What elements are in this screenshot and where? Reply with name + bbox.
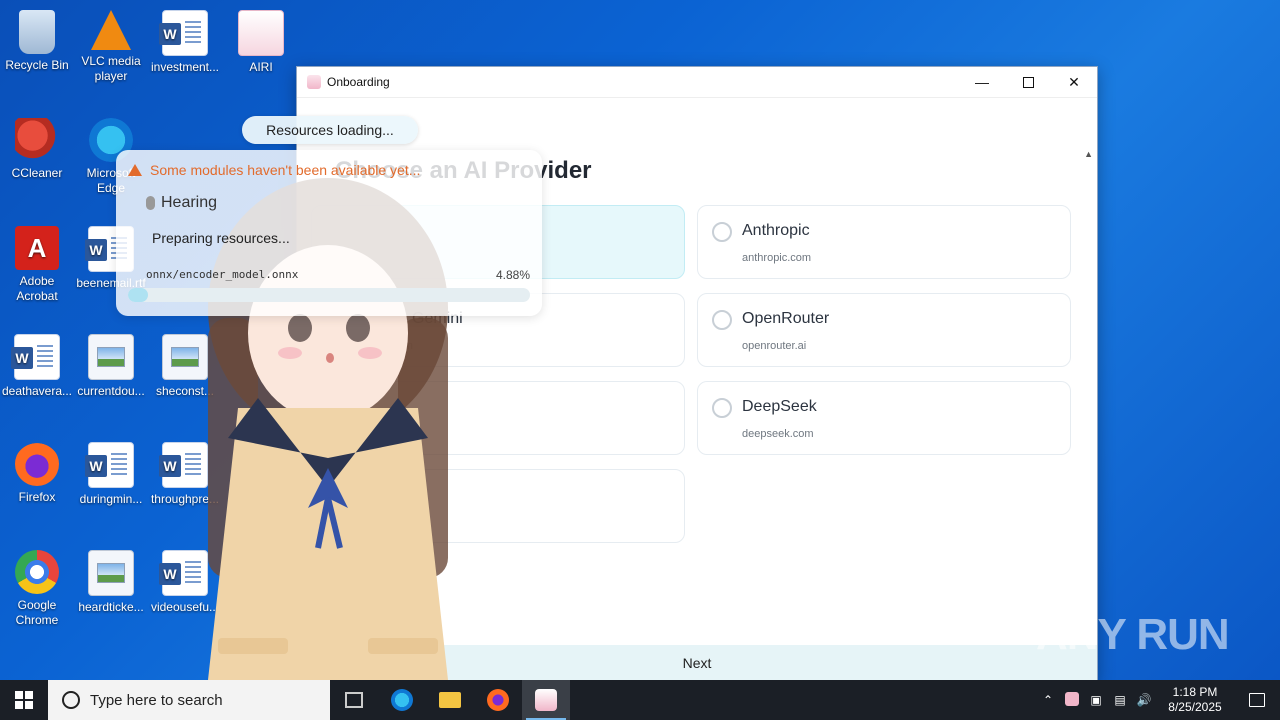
search-icon [62,691,80,709]
taskbar-firefox[interactable] [474,680,522,720]
date-text: 8/25/2025 [1168,700,1222,714]
desktop-icon-currentdou[interactable]: currentdou... [74,330,148,399]
file-name: onnx/encoder_model.onnx [146,268,299,281]
airi-app-icon [307,75,321,89]
recycle-bin-icon [19,10,55,54]
provider-domain: google.com [356,340,413,352]
provider-name: OpenRouter [742,310,830,327]
provider-card-hidden-1[interactable] [311,381,685,455]
taskbar-edge[interactable] [378,680,426,720]
warning-icon [128,164,142,176]
resources-loading-pill: Resources loading... [242,116,418,144]
volume-icon[interactable]: 🔊 [1132,693,1156,707]
desktop-icon-heardticke[interactable]: heardticke... [74,546,148,615]
module-name: Hearing [161,194,218,211]
desktop-icon-chrome[interactable]: Google Chrome [0,546,74,628]
chrome-icon [15,550,59,594]
airi-tray-icon[interactable] [1060,691,1084,709]
firefox-icon [487,689,509,711]
word-document-icon [159,10,208,56]
minimize-icon: — [975,74,989,90]
task-view-icon [345,692,363,708]
time-text: 1:18 PM [1172,685,1218,699]
maximize-button[interactable] [1005,67,1051,97]
desktop-icon-acrobat[interactable]: Adobe Acrobat [0,222,74,304]
provider-name: DeepSeek [742,398,817,415]
window-title: Onboarding [327,75,390,89]
edge-icon [391,689,413,711]
image-file-icon [88,334,134,380]
radio-button[interactable] [712,222,732,242]
title-bar[interactable]: Onboarding — ✕ [297,67,1097,98]
clock[interactable]: 1:18 PM 8/25/2025 [1156,685,1234,715]
word-document-icon [11,334,60,380]
desktop-icon-deathavera[interactable]: deathavera... [0,330,74,399]
folder-icon [439,692,461,708]
close-icon: ✕ [1068,73,1080,90]
provider-card-openrouter[interactable]: OpenRouter openrouter.ai [697,293,1071,367]
airi-icon [1065,691,1079,706]
desktop-icon-videousefu[interactable]: videousefu... [148,546,222,615]
radio-button[interactable] [712,310,732,330]
meet-now-icon[interactable]: ▣ [1084,693,1108,707]
desktop-icon-duringmin[interactable]: duringmin... [74,438,148,507]
warning-text: Some modules haven't been available yet.… [150,162,421,178]
desktop-icon-airi[interactable]: AIRI [224,6,298,75]
provider-card-anthropic[interactable]: Anthropic anthropic.com [697,205,1071,279]
provider-domain: anthropic.com [742,252,812,264]
close-button[interactable]: ✕ [1051,67,1097,97]
desktop-icon-vlc[interactable]: VLC media player [74,6,148,84]
network-icon[interactable]: ▤ [1108,693,1132,707]
notification-icon [1249,693,1265,707]
microphone-icon [146,196,155,210]
taskbar-search-box[interactable]: Type here to search [48,680,330,720]
image-file-icon [88,550,134,596]
module-loading-panel: Some modules haven't been available yet.… [116,150,542,316]
module-row: Hearing [146,194,217,212]
word-document-icon [159,442,208,488]
acrobat-icon [15,226,59,270]
search-placeholder: Type here to search [90,691,223,709]
scroll-up-arrow-icon[interactable]: ▲ [1084,149,1093,159]
provider-card-hidden-2[interactable] [311,469,685,543]
desktop-icon-sheconst[interactable]: sheconst... [148,330,222,399]
warning-row: Some modules haven't been available yet.… [128,162,420,178]
system-tray: ⌃ ▣ ▤ 🔊 1:18 PM 8/25/2025 [1036,680,1280,720]
airi-icon [238,10,284,56]
desktop-icon-recycle-bin[interactable]: Recycle Bin [0,6,74,73]
desktop-icon-ccleaner[interactable]: CCleaner [0,114,74,181]
progress-bar [128,288,530,302]
desktop-icon-throughpre[interactable]: throughpre... [148,438,222,507]
minimize-button[interactable]: — [959,67,1005,97]
desktop-icon-investment[interactable]: investment... [148,6,222,75]
provider-domain: deepseek.com [742,428,814,440]
ccleaner-icon [15,118,59,162]
word-document-icon [85,442,134,488]
start-button[interactable] [0,680,48,720]
airi-icon [535,689,557,711]
watermark: ANY RUN [1036,610,1230,659]
taskbar: Type here to search ⌃ ▣ ▤ 🔊 1:18 PM 8/25… [0,680,1280,720]
taskbar-airi[interactable] [522,680,570,720]
maximize-icon [1022,76,1034,88]
radio-button[interactable] [712,398,732,418]
desktop-icon-firefox[interactable]: Firefox [0,438,74,505]
windows-logo-icon [15,691,33,709]
notification-center-button[interactable] [1234,693,1280,707]
taskbar-task-view[interactable] [330,680,378,720]
chevron-up-icon[interactable]: ⌃ [1036,693,1060,707]
provider-name: Anthropic [742,222,810,239]
vlc-icon [91,10,131,50]
provider-domain: openrouter.ai [742,340,807,352]
status-text: Preparing resources... [152,230,290,246]
image-file-icon [162,334,208,380]
firefox-icon [15,442,59,486]
provider-card-deepseek[interactable]: DeepSeek deepseek.com [697,381,1071,455]
progress-fill [128,288,148,302]
taskbar-file-explorer[interactable] [426,680,474,720]
progress-percent: 4.88% [495,268,530,282]
word-document-icon [159,550,208,596]
next-button[interactable]: Next [297,645,1097,681]
